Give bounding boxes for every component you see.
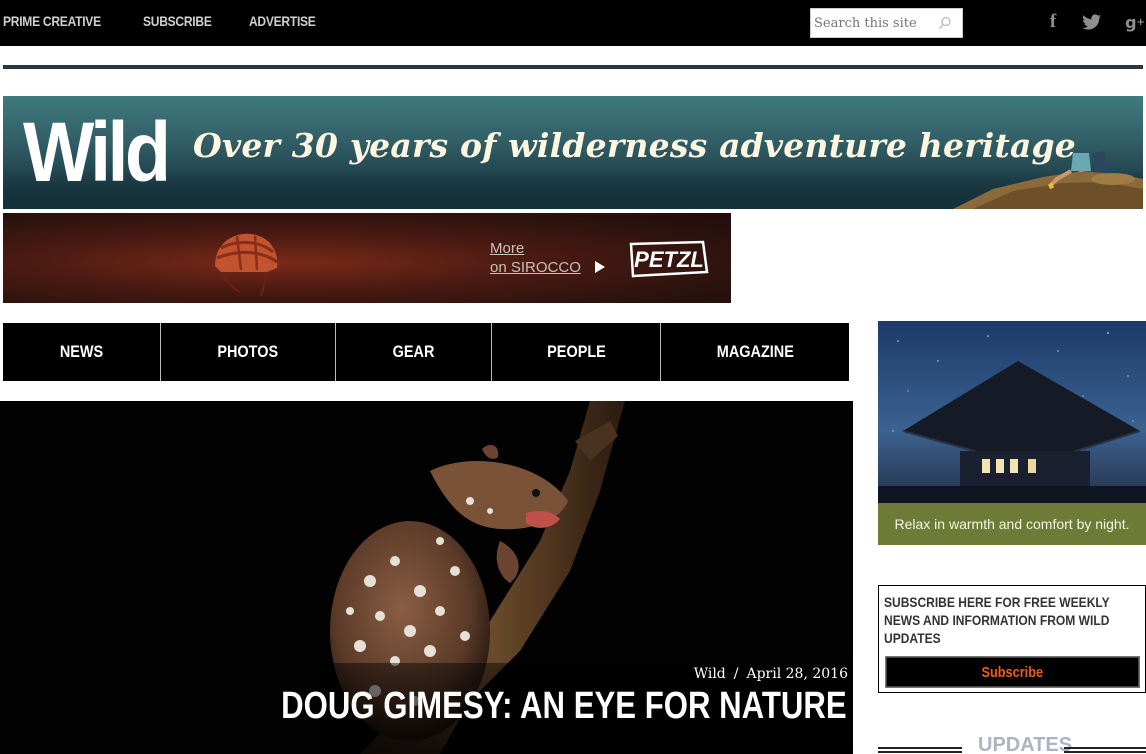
search-box bbox=[810, 8, 963, 38]
top-link-subscribe[interactable]: SUBSCRIBE bbox=[143, 13, 212, 29]
header-divider bbox=[3, 65, 1143, 69]
article-meta: Wild / April 28, 2016 bbox=[694, 666, 848, 682]
subscribe-button-label: Subscribe bbox=[981, 663, 1044, 681]
ad-caption: Relax in warmth and comfort by night. bbox=[878, 503, 1146, 545]
wild-banner-ad[interactable]: Wild Over 30 years of wilderness adventu… bbox=[3, 96, 1143, 209]
nav-label-photos: PHOTOS bbox=[217, 342, 279, 361]
updates-line-right bbox=[1064, 747, 1146, 753]
twitter-icon[interactable] bbox=[1082, 11, 1102, 33]
banner-brand: Wild bbox=[23, 105, 171, 199]
more-line-1: More bbox=[490, 240, 525, 257]
top-link-prime-creative[interactable]: PRIME CREATIVE bbox=[3, 13, 101, 29]
petzl-brand-text: PETZL bbox=[634, 247, 704, 272]
nav-item-gear[interactable]: GEAR bbox=[336, 323, 492, 381]
search-input[interactable] bbox=[811, 9, 931, 37]
play-arrow-icon[interactable] bbox=[593, 259, 607, 275]
facebook-icon[interactable]: f bbox=[1044, 11, 1062, 33]
updates-label: UPDATES bbox=[978, 734, 1073, 754]
top-link-advertise[interactable]: ADVERTISE bbox=[249, 13, 316, 29]
nav-label-magazine: MAGAZINE bbox=[716, 342, 794, 361]
updates-line-left bbox=[878, 747, 962, 753]
nav-item-magazine[interactable]: MAGAZINE bbox=[661, 323, 849, 381]
main-nav: NEWS PHOTOS GEAR PEOPLE MAGAZINE bbox=[3, 323, 849, 381]
sidebar-tent-ad[interactable]: Relax in warmth and comfort by night. bbox=[878, 321, 1146, 545]
night-tent-image bbox=[878, 321, 1146, 503]
petzl-sirocco-ad[interactable]: More on SIROCCO PETZL bbox=[3, 213, 731, 303]
top-links: PRIME CREATIVE SUBSCRIBE ADVERTISE bbox=[3, 13, 326, 29]
nav-label-gear: GEAR bbox=[392, 342, 435, 361]
search-icon[interactable] bbox=[938, 16, 952, 30]
top-bar: PRIME CREATIVE SUBSCRIBE ADVERTISE f g+ bbox=[0, 0, 1146, 46]
nav-item-news[interactable]: NEWS bbox=[3, 323, 161, 381]
subscribe-text: SUBSCRIBE HERE FOR FREE WEEKLY NEWS AND … bbox=[884, 594, 1110, 646]
nav-item-people[interactable]: PEOPLE bbox=[492, 323, 661, 381]
banner-tagline: Over 30 years of wilderness adventure he… bbox=[193, 126, 1077, 165]
hiker-on-rock-image bbox=[953, 151, 1143, 209]
more-on-sirocco-link[interactable]: More on SIROCCO bbox=[490, 239, 581, 277]
nav-item-photos[interactable]: PHOTOS bbox=[161, 323, 336, 381]
featured-article[interactable]: Wild / April 28, 2016 DOUG GIMESY: AN EYE … bbox=[0, 401, 853, 754]
subscribe-button[interactable]: Subscribe bbox=[885, 656, 1140, 688]
article-title[interactable]: DOUG GIMESY: AN EYE FOR NATURE bbox=[281, 685, 847, 728]
article-author[interactable]: Wild bbox=[694, 666, 726, 682]
google-plus-icon[interactable]: g + bbox=[1124, 11, 1146, 33]
more-line-2: on SIROCCO bbox=[490, 259, 581, 276]
nav-label-news: NEWS bbox=[59, 342, 104, 361]
subscribe-box: SUBSCRIBE HERE FOR FREE WEEKLY NEWS AND … bbox=[878, 585, 1146, 693]
helmet-image bbox=[215, 233, 278, 297]
updates-heading: UPDATES bbox=[878, 734, 1146, 754]
petzl-logo: PETZL bbox=[629, 240, 709, 278]
article-date: April 28, 2016 bbox=[746, 666, 848, 682]
nav-label-people: PEOPLE bbox=[546, 342, 606, 361]
meta-separator: / bbox=[733, 666, 739, 682]
